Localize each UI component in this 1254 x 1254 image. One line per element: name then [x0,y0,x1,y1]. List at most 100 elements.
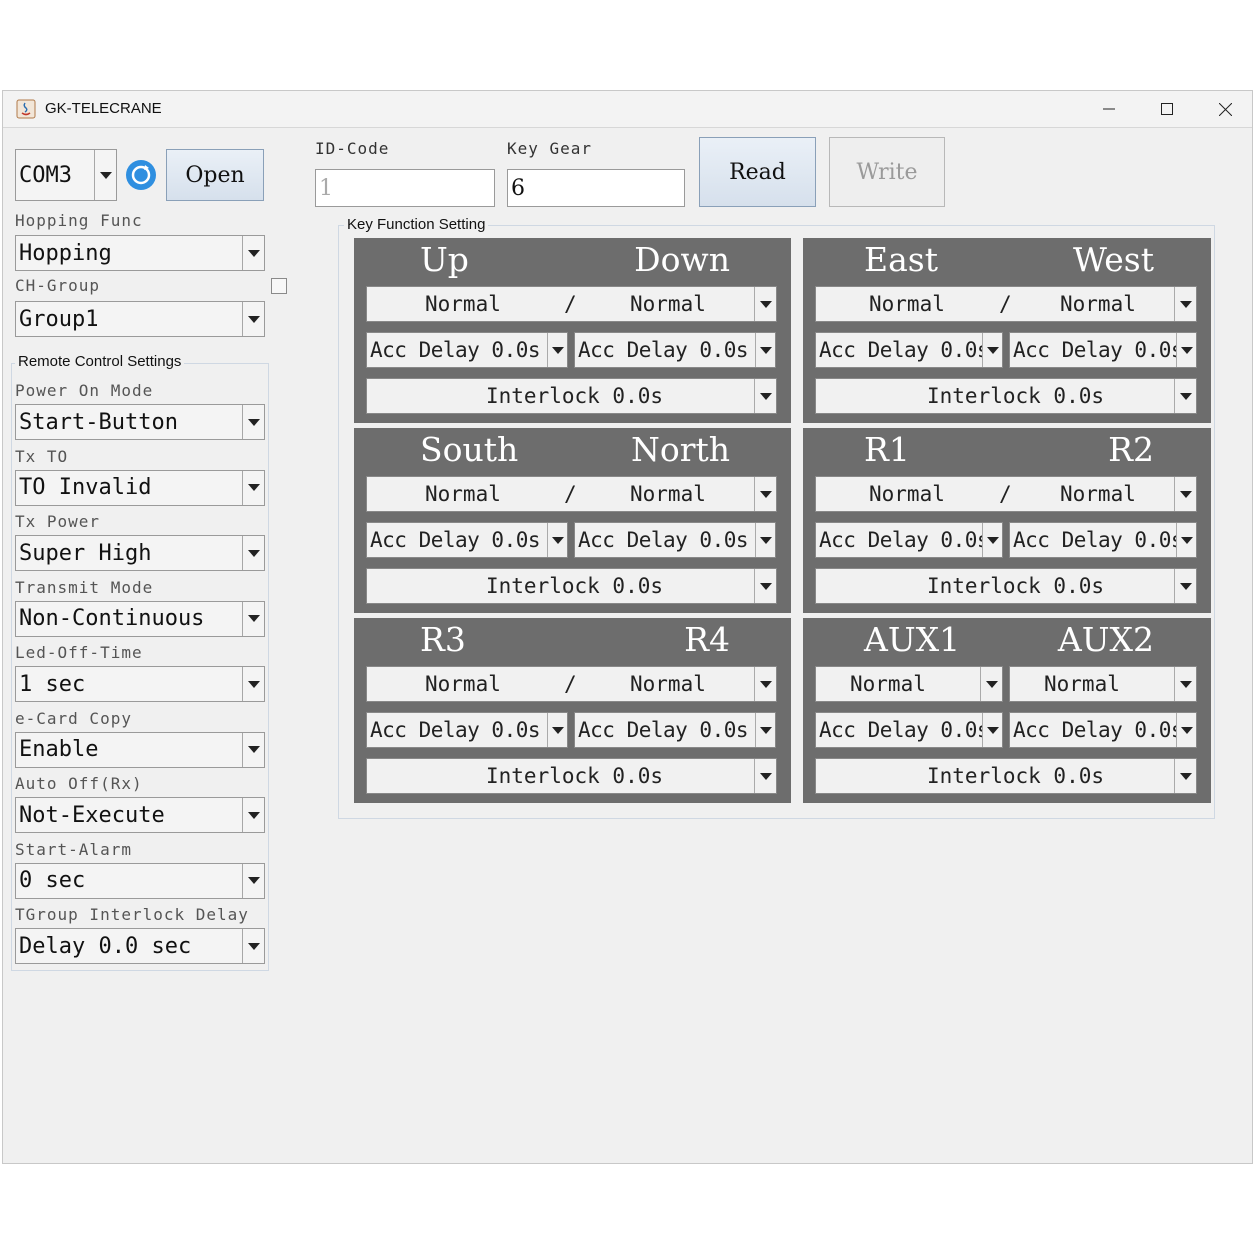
chevron-down-icon[interactable] [547,333,567,367]
acc-delay-right-select[interactable]: Acc Delay 0.0s [1009,522,1197,558]
key-mode-select[interactable]: Normal / Normal [366,476,777,512]
write-button[interactable]: Write [829,137,945,207]
remote-setting-label: Power On Mode [15,381,154,400]
remote-setting-select[interactable]: Non-Continuous [15,600,265,637]
chevron-down-icon[interactable] [1174,477,1196,511]
chevron-down-icon[interactable] [1174,759,1196,793]
acc-delay-value: Acc Delay 0.0s [578,528,749,552]
acc-delay-value: Acc Delay 0.0s [578,718,749,742]
chevron-down-icon[interactable] [1174,667,1196,701]
maximize-button[interactable] [1139,91,1195,127]
java-app-icon [16,99,36,119]
acc-delay-left-select[interactable]: Acc Delay 0.0s [815,522,1003,558]
chevron-down-icon[interactable] [242,470,264,505]
acc-delay-right-select[interactable]: Acc Delay 0.0s [1009,332,1197,368]
key-mode-right-select[interactable]: Normal [1009,666,1197,702]
acc-delay-right-select[interactable]: Acc Delay 0.0s [574,332,776,368]
chevron-down-icon[interactable] [1176,333,1196,367]
interlock-select[interactable]: Interlock 0.0s [366,758,777,794]
chevron-down-icon[interactable] [242,302,264,336]
remote-setting-select[interactable]: 0 sec [15,862,265,899]
mode-right-value: Normal [1060,482,1136,506]
remote-setting-select[interactable]: Super High [15,535,265,571]
chevron-down-icon[interactable] [547,523,567,557]
key-mode-left-select[interactable]: Normal [815,666,1003,702]
remote-setting-select[interactable]: Delay 0.0 sec [15,928,265,964]
chevron-down-icon[interactable] [755,333,775,367]
chevron-down-icon[interactable] [754,667,776,701]
chevron-down-icon[interactable] [754,569,776,603]
mode-left-value: Normal [425,672,501,696]
acc-delay-left-select[interactable]: Acc Delay 0.0s [366,332,568,368]
remote-setting-label: Led-Off-Time [15,643,143,662]
chevron-down-icon[interactable] [242,863,264,898]
chevron-down-icon[interactable] [755,523,775,557]
acc-delay-left-select[interactable]: Acc Delay 0.0s [366,522,568,558]
acc-delay-right-select[interactable]: Acc Delay 0.0s [1009,712,1197,748]
chevron-down-icon[interactable] [242,929,264,963]
interlock-value: Interlock 0.0s [486,764,664,788]
key-gear-input[interactable]: 6 [507,169,685,207]
id-code-input[interactable]: 1 [315,169,495,207]
minimize-button[interactable] [1081,91,1137,127]
chevron-down-icon[interactable] [755,713,775,747]
com-port-select[interactable]: COM3 [15,149,117,201]
chevron-down-icon[interactable] [1174,287,1196,321]
remote-setting-label: Tx Power [15,512,101,531]
acc-delay-right-select[interactable]: Acc Delay 0.0s [574,522,776,558]
key-mode-select[interactable]: Normal / Normal [366,286,777,322]
chevron-down-icon[interactable] [754,759,776,793]
chevron-down-icon[interactable] [982,713,1002,747]
hopping-select[interactable]: Hopping [15,235,265,271]
chevron-down-icon[interactable] [94,150,116,200]
key-mode-select[interactable]: Normal / Normal [815,476,1197,512]
chevron-down-icon[interactable] [242,601,264,636]
ch-group-checkbox[interactable] [271,278,287,294]
interlock-select[interactable]: Interlock 0.0s [815,758,1197,794]
mode-separator: / [999,482,1012,506]
key-name-left: R3 [420,620,466,659]
mode-separator: / [564,482,577,506]
chevron-down-icon[interactable] [242,236,264,270]
key-mode-select[interactable]: Normal / Normal [366,666,777,702]
key-name-left: Up [420,240,469,279]
acc-delay-left-select[interactable]: Acc Delay 0.0s [366,712,568,748]
refresh-icon[interactable] [125,159,157,191]
interlock-select[interactable]: Interlock 0.0s [366,378,777,414]
remote-setting-select[interactable]: Enable [15,731,265,768]
chevron-down-icon[interactable] [242,732,264,767]
key-mode-select[interactable]: Normal / Normal [815,286,1197,322]
chevron-down-icon[interactable] [242,405,264,439]
ch-group-select[interactable]: Group1 [15,301,265,337]
remote-setting-value: TO Invalid [19,475,152,500]
remote-setting-select[interactable]: 1 sec [15,666,265,702]
acc-delay-left-select[interactable]: Acc Delay 0.0s [815,332,1003,368]
chevron-down-icon[interactable] [1176,523,1196,557]
interlock-select[interactable]: Interlock 0.0s [366,568,777,604]
remote-setting-select[interactable]: Start-Button [15,404,265,440]
chevron-down-icon[interactable] [1176,713,1196,747]
chevron-down-icon[interactable] [547,713,567,747]
chevron-down-icon[interactable] [754,379,776,413]
chevron-down-icon[interactable] [242,536,264,570]
chevron-down-icon[interactable] [982,333,1002,367]
acc-delay-left-select[interactable]: Acc Delay 0.0s [815,712,1003,748]
remote-setting-label: Tx TO [15,446,69,466]
read-button[interactable]: Read [699,137,816,207]
chevron-down-icon[interactable] [1174,569,1196,603]
key-panel: R1 R2 Normal / Normal Acc Delay 0.0s Acc Delay… [803,428,1211,613]
open-button[interactable]: Open [166,149,264,201]
remote-setting-select[interactable]: Not-Execute [15,797,265,833]
chevron-down-icon[interactable] [754,287,776,321]
interlock-select[interactable]: Interlock 0.0s [815,378,1197,414]
chevron-down-icon[interactable] [982,523,1002,557]
chevron-down-icon[interactable] [242,667,264,701]
chevron-down-icon[interactable] [1174,379,1196,413]
interlock-select[interactable]: Interlock 0.0s [815,568,1197,604]
remote-setting-select[interactable]: TO Invalid [15,469,265,506]
acc-delay-right-select[interactable]: Acc Delay 0.0s [574,712,776,748]
chevron-down-icon[interactable] [980,667,1002,701]
chevron-down-icon[interactable] [754,477,776,511]
close-button[interactable] [1197,91,1253,127]
chevron-down-icon[interactable] [242,798,264,832]
